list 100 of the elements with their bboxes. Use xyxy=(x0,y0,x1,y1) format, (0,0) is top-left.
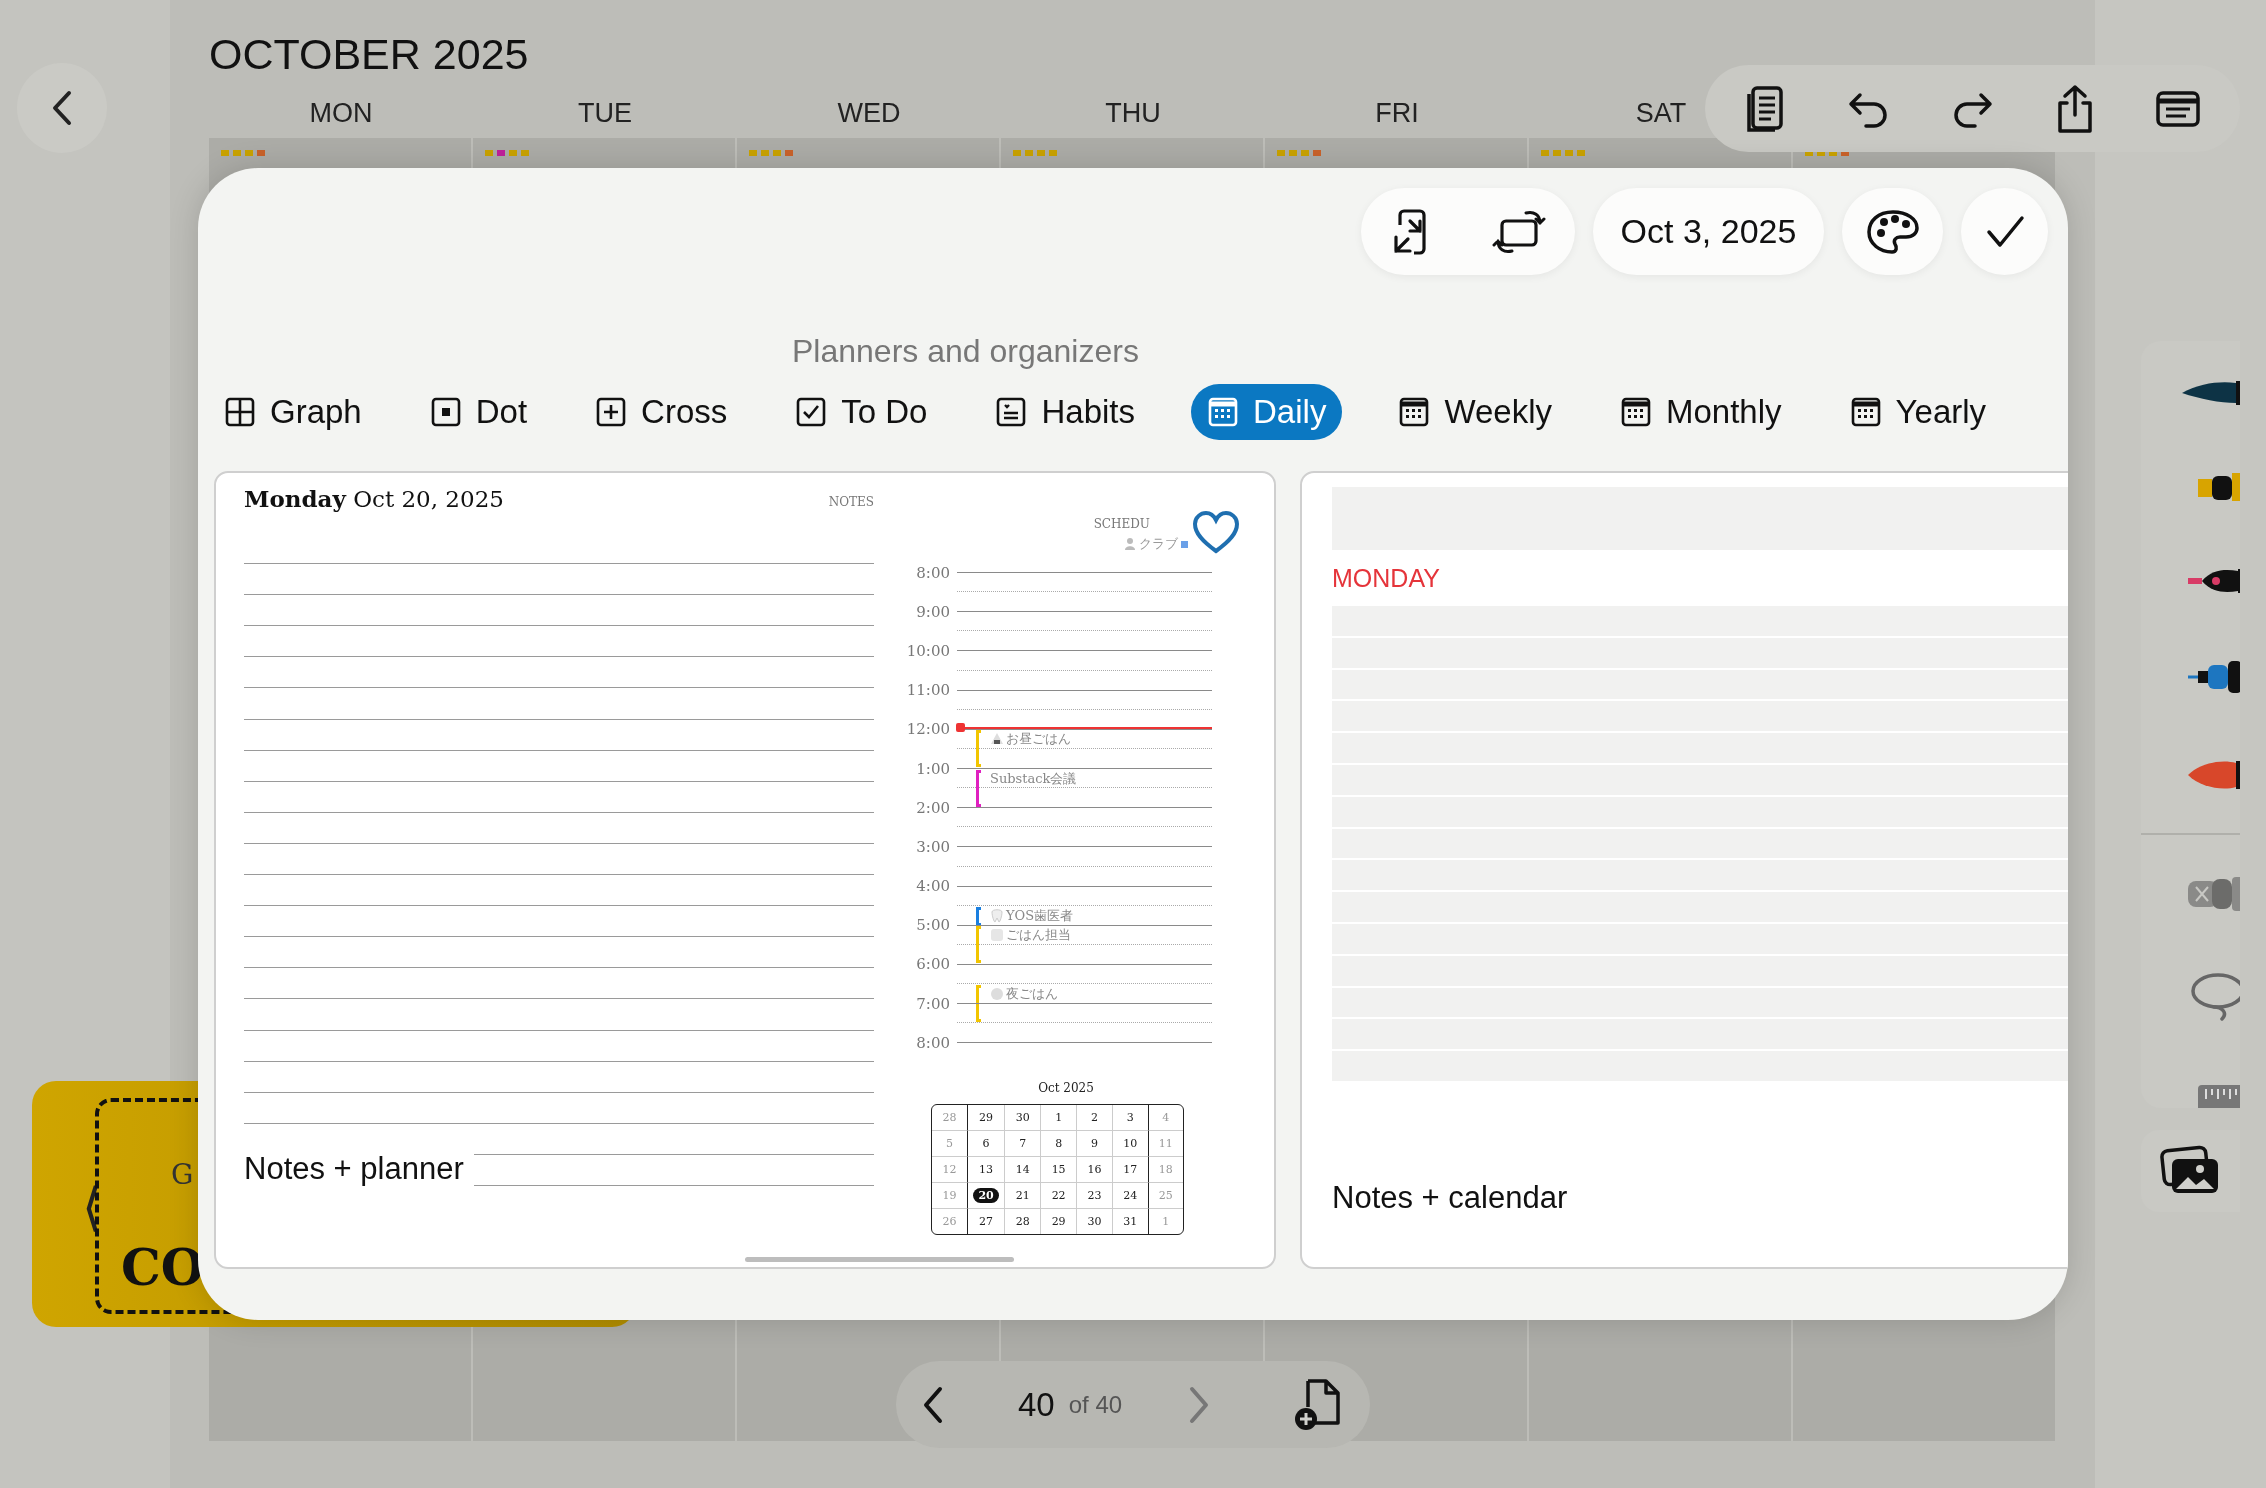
mini-calendar-day: 14 xyxy=(1010,1162,1035,1178)
lasso-icon[interactable] xyxy=(2188,971,2240,1023)
reader-icon[interactable] xyxy=(2155,88,2202,129)
cover-title: CO xyxy=(121,1238,205,1297)
hour-label: 6:00 xyxy=(915,955,950,974)
hour-label: 9:00 xyxy=(915,602,950,621)
mini-calendar-day: 12 xyxy=(937,1162,962,1178)
template-name: Notes + planner xyxy=(244,1151,474,1186)
mini-calendar-day: 23 xyxy=(1082,1188,1107,1204)
mini-calendar-day: 21 xyxy=(1010,1188,1035,1204)
calendar-template-card[interactable]: MONDAY Notes + calendar xyxy=(1300,471,2068,1269)
mini-calendar-day: 30 xyxy=(1082,1214,1107,1230)
weekday-label: THU xyxy=(1105,97,1161,130)
mini-calendar-day: 18 xyxy=(1153,1162,1178,1178)
figure-icon xyxy=(1124,537,1136,551)
mini-calendar-day: 2 xyxy=(1085,1110,1103,1126)
mini-calendar-day: 27 xyxy=(974,1214,999,1230)
mini-calendar-day: 13 xyxy=(974,1162,999,1178)
event-title: YOS歯医者 xyxy=(1006,906,1074,925)
weekday-label: SAT xyxy=(1635,97,1687,130)
palette-icon xyxy=(1865,208,1920,255)
calendar-icon xyxy=(1398,396,1431,428)
planner-template-card[interactable] xyxy=(214,471,1276,1269)
mini-calendar-day: 1 xyxy=(1050,1110,1068,1126)
hour-label: 4:00 xyxy=(915,877,950,896)
weekday-label: MON xyxy=(309,97,373,130)
calendar-icon xyxy=(1207,396,1240,428)
mini-calendar-day: 7 xyxy=(1014,1136,1032,1152)
mini-calendar-day: 20 xyxy=(973,1188,999,1204)
heart-icon[interactable] xyxy=(1192,511,1240,555)
calendar-icon xyxy=(1849,396,1882,428)
mini-calendar-day: 29 xyxy=(1046,1214,1071,1230)
template-tab[interactable]: Daily xyxy=(1191,384,1343,440)
event-title: Substack会議 xyxy=(990,769,1077,788)
template-name: Notes + calendar xyxy=(1332,1179,1569,1216)
mini-calendar-day: 10 xyxy=(1118,1136,1143,1152)
template-tab[interactable]: Dot xyxy=(417,384,540,440)
grid-icon xyxy=(224,396,256,428)
plate-icon xyxy=(990,928,1004,943)
mini-calendar-day: 30 xyxy=(1010,1110,1035,1126)
event-title: お昼ごはん xyxy=(1006,730,1071,749)
notes-label: NOTES xyxy=(828,495,874,509)
mini-calendar-day: 15 xyxy=(1046,1162,1071,1178)
list-icon xyxy=(995,396,1028,428)
date-button[interactable]: Oct 3, 2025 xyxy=(1593,188,1824,275)
mini-calendar-day: 6 xyxy=(977,1136,995,1152)
tag-label: クラブ xyxy=(1139,535,1178,553)
template-tab[interactable]: Habits xyxy=(983,384,1148,440)
mini-calendar-day: 11 xyxy=(1153,1136,1178,1152)
checkmark-icon xyxy=(1984,213,2025,250)
hour-label: 2:00 xyxy=(915,798,950,817)
hour-label: 10:00 xyxy=(905,641,950,660)
moon-icon xyxy=(990,986,1004,1001)
weekday-label: WED xyxy=(837,97,901,130)
month-title: OCTOBER 2025 xyxy=(209,29,530,80)
template-tab[interactable]: Graph xyxy=(212,384,374,440)
color-swatch-icon xyxy=(1181,540,1188,548)
mini-calendar-day: 16 xyxy=(1082,1162,1107,1178)
weekday-label: TUE xyxy=(578,97,632,130)
cover-text: G xyxy=(171,1158,194,1191)
hour-label: 8:00 xyxy=(915,563,950,582)
mini-calendar-day: 19 xyxy=(937,1188,962,1204)
mini-calendar-day: 28 xyxy=(937,1110,962,1126)
checkbox-icon xyxy=(795,396,828,428)
day-label: MONDAY xyxy=(1332,563,1441,594)
mini-calendar-day: 17 xyxy=(1118,1162,1143,1178)
mini-calendar-day: 9 xyxy=(1085,1136,1103,1152)
mini-calendar-day: 1 xyxy=(1157,1214,1175,1230)
hour-label: 5:00 xyxy=(915,916,950,935)
mini-calendar-day: 29 xyxy=(974,1110,999,1126)
mini-calendar-day: 3 xyxy=(1121,1110,1139,1126)
event-title: 夜ごはん xyxy=(1006,984,1058,1003)
event-title: ごはん担当 xyxy=(1006,926,1071,945)
mini-calendar-day: 31 xyxy=(1118,1214,1143,1230)
hour-label: 11:00 xyxy=(905,681,950,700)
mini-calendar-day: 28 xyxy=(1010,1214,1035,1230)
page-total: of 40 xyxy=(1068,1390,1123,1419)
tooth-icon xyxy=(990,908,1004,923)
plus-icon xyxy=(595,396,628,428)
template-tab[interactable]: Monthly xyxy=(1608,384,1794,440)
hour-label: 12:00 xyxy=(905,720,950,739)
mini-calendar-day: 22 xyxy=(1046,1188,1071,1204)
mini-calendar-day: 25 xyxy=(1153,1188,1178,1204)
section-title: Planners and organizers xyxy=(792,332,1140,371)
template-tab[interactable]: Cross xyxy=(583,384,740,440)
day-heading: Monday Oct 20, 2025 xyxy=(244,485,504,512)
calendar-icon xyxy=(1620,396,1652,428)
schedule-label: SCHEDU xyxy=(1093,517,1150,531)
hour-label: 3:00 xyxy=(915,837,950,856)
mini-calendar-day: 8 xyxy=(1050,1136,1068,1152)
mini-calendar-day: 26 xyxy=(937,1214,962,1230)
mini-calendar-day: 24 xyxy=(1118,1188,1143,1204)
scroll-bar[interactable] xyxy=(745,1257,1014,1262)
template-tab[interactable]: Weekly xyxy=(1386,384,1564,440)
page-number: 40 xyxy=(1018,1385,1055,1424)
mini-calendar-day: 4 xyxy=(1157,1110,1175,1126)
template-tab[interactable]: Yearly xyxy=(1837,384,1999,440)
hour-label: 8:00 xyxy=(915,1033,950,1052)
template-tab[interactable]: To Do xyxy=(783,384,940,440)
weekday-label: FRI xyxy=(1375,97,1419,130)
